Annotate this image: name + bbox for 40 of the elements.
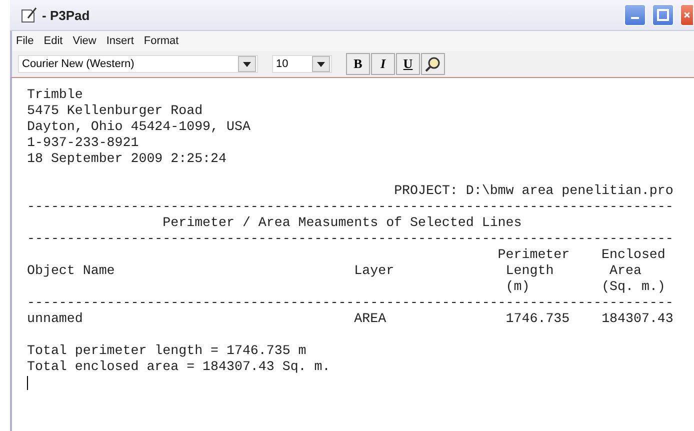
document-text: Perimeter [498,247,570,262]
magnifier-icon[interactable] [425,56,441,72]
bold-button[interactable]: B [346,53,370,75]
document-text: Dayton, Ohio 45424-1099, USA [27,119,250,134]
document-text: 1-937-233-8921 [27,135,139,150]
document-text: Length [506,263,554,278]
menu-item[interactable]: Format [144,35,179,47]
document-text: AREA [354,311,386,326]
dashed-rule: --------------------------------------------------------------------------------- [27,231,674,246]
dropdown-arrow-icon[interactable] [317,62,325,66]
dashed-rule: --------------------------------------------------------------------------------- [27,295,674,310]
document-text: Layer [354,263,394,278]
document-text: Total perimeter length = 1746.735 m [27,343,306,358]
underline-button[interactable]: U [396,53,420,75]
document-text: Object Name [27,263,115,278]
document-text: 184307.43 [602,311,674,326]
document-text: Enclosed [602,247,666,262]
menu-item[interactable]: Insert [106,35,134,47]
dropdown-arrow-icon[interactable] [243,62,251,66]
menu-item[interactable]: Edit [44,35,63,47]
document-text: Perimeter / Area Measuments of Selected Lines [162,215,522,230]
document-text: Trimble [27,87,83,102]
document-icon [20,6,38,24]
document-text: PROJECT: D:\bmw area penelitian.pro [394,183,674,198]
find-button[interactable] [421,53,445,75]
window-title: - P3Pad [42,8,90,22]
font-dropdown[interactable]: Courier New (Western) [18,55,258,73]
document-text: (m) [506,279,530,294]
document-text: 18 September 2009 2:25:24 [27,151,226,166]
document-text: Area [610,263,642,278]
document-text: (Sq. m.) [602,279,666,294]
italic-button[interactable]: I [371,53,395,75]
document-text: Total enclosed area = 184307.43 Sq. m. [27,359,330,374]
document-text: unnamed [27,311,83,326]
font-size-dropdown[interactable]: 10 [272,55,332,73]
menu-item[interactable]: File [16,35,34,47]
document-text: 1746.735 [506,311,570,326]
dashed-rule: --------------------------------------------------------------------------------- [27,199,674,214]
menu-item[interactable]: View [72,35,96,47]
document-text: 5475 Kellenburger Road [27,103,203,118]
